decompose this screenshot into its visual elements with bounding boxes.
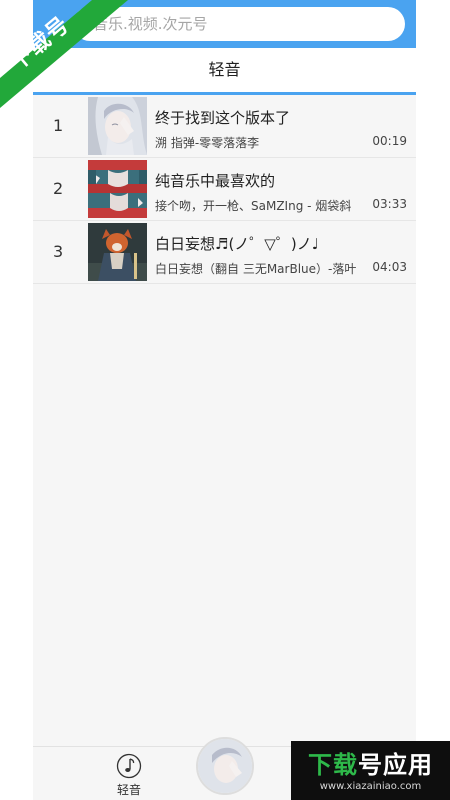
song-row[interactable]: 3 白日妄想♬(ノ゜▽゜)ノ♩ 白日妄想（翻自 三无MarBlue）-落叶 04… <box>33 221 416 284</box>
watermark-brand: 下载号应用 <box>308 751 433 779</box>
song-index: 2 <box>53 179 64 198</box>
tab-label: 轻音 <box>116 783 141 797</box>
watermark-corner-ribbon: 下载号 <box>0 0 130 110</box>
song-artist: 白日妄想（翻自 三无MarBlue）-落叶 <box>155 262 357 276</box>
song-artist: 溯 指弹-零零落落李 <box>155 136 260 150</box>
now-playing-disc[interactable] <box>196 737 254 795</box>
tab-light-music[interactable]: 轻音 <box>111 753 147 799</box>
music-app: 轻音 1 终于找到这个版本了 溯 指弹-零零落落李 00:19 <box>33 0 416 800</box>
song-title: 纯音乐中最喜欢的 <box>155 172 276 190</box>
song-title: 白日妄想♬(ノ゜▽゜)ノ♩ <box>155 235 319 253</box>
song-title: 终于找到这个版本了 <box>155 109 291 127</box>
song-list: 1 终于找到这个版本了 溯 指弹-零零落落李 00:19 2 纯音乐中最喜欢的 … <box>33 95 416 284</box>
song-duration: 04:03 <box>372 260 407 274</box>
search-input[interactable] <box>93 8 393 40</box>
song-cover <box>88 160 147 218</box>
song-duration: 03:33 <box>372 197 407 211</box>
song-row[interactable]: 2 纯音乐中最喜欢的 接个吻，开一枪、SaMZIng - 烟袋斜 03:33 <box>33 158 416 221</box>
song-index: 3 <box>53 242 64 261</box>
music-note-icon <box>116 753 142 779</box>
song-duration: 00:19 <box>372 134 407 148</box>
song-artist: 接个吻，开一枪、SaMZIng - 烟袋斜 <box>155 199 352 213</box>
watermark-url: www.xiazainiao.com <box>319 781 422 792</box>
watermark-brand-badge: 下载号应用 www.xiazainiao.com <box>291 741 450 800</box>
page-title-text: 轻音 <box>208 60 241 79</box>
song-cover <box>88 223 147 281</box>
